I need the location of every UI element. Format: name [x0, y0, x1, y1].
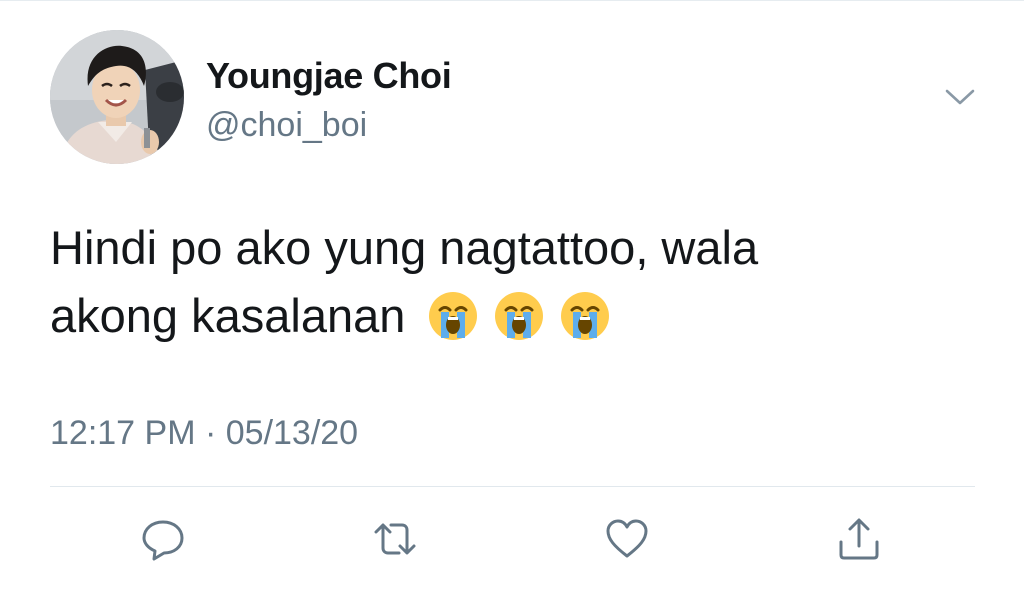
action-bar-divider: [50, 486, 975, 487]
avatar-image: [50, 30, 184, 164]
reply-icon: [142, 520, 184, 561]
emoji-group: [427, 290, 611, 342]
tweet-timestamp[interactable]: 12:17 PM · 05/13/20: [50, 414, 358, 453]
tweet-text-line-1: Hindi po ako yung nagtattoo, wala: [50, 221, 759, 274]
tweet-text-line-2-container: akong kasalanan: [50, 282, 990, 350]
top-divider: [0, 0, 1024, 1]
retweet-icon: [374, 523, 416, 555]
retweet-button[interactable]: [372, 516, 418, 562]
loudly-crying-face-icon: [495, 292, 544, 340]
author-handle[interactable]: @choi_boi: [206, 106, 367, 145]
tweet-detail: Youngjae Choi @choi_boi Hindi po ako yun…: [0, 0, 1024, 592]
heart-icon: [606, 519, 648, 558]
loudly-crying-face-icon: [429, 292, 478, 340]
chevron-down-icon[interactable]: [944, 86, 976, 108]
tweet-text-line-2: akong kasalanan: [50, 289, 406, 342]
loudly-crying-face-icon: [561, 292, 610, 340]
share-icon: [839, 518, 879, 560]
avatar[interactable]: [50, 30, 184, 164]
reply-button[interactable]: [140, 516, 186, 562]
share-button[interactable]: [836, 516, 882, 562]
tweet-text: Hindi po ako yung nagtattoo, wala akong …: [50, 214, 990, 350]
author-display-name[interactable]: Youngjae Choi: [206, 55, 452, 97]
like-button[interactable]: [604, 516, 650, 562]
